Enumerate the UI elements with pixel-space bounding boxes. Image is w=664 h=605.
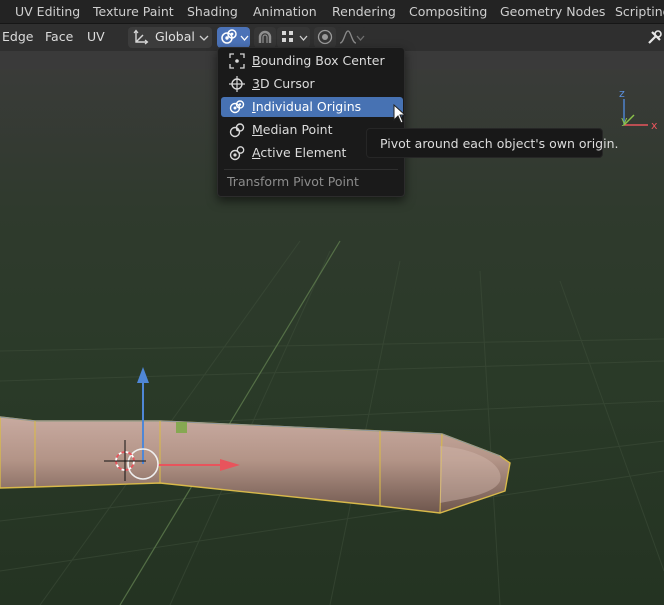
orientation-axes-icon — [133, 29, 149, 45]
3d-cursor-icon — [229, 76, 245, 92]
tab-texture-paint[interactable]: Texture Paint — [93, 4, 174, 19]
tab-animation[interactable]: Animation — [253, 4, 317, 19]
menu-item-label: 3D Cursor — [252, 76, 315, 91]
pivot-point-dropdown[interactable] — [217, 27, 250, 48]
menu-item-label: Median Point — [252, 122, 333, 137]
tooltip-text: Pivot around each object's own origin. — [380, 136, 619, 151]
individual-origins-icon — [229, 100, 245, 114]
magnet-icon — [258, 30, 272, 43]
tab-scripting[interactable]: Scripting — [615, 4, 664, 19]
object-gizmo-icon — [648, 30, 662, 44]
orientation-label: Global — [155, 29, 195, 44]
tooltip: Pivot around each object's own origin. — [366, 128, 618, 158]
gizmo-x-label: x — [651, 119, 658, 132]
snap-toggle[interactable] — [254, 27, 276, 48]
proportional-editing-icon — [317, 29, 333, 45]
snap-grid-icon — [282, 31, 293, 42]
menu-item-3d-cursor[interactable]: 3D Cursor — [221, 74, 403, 94]
tab-compositing[interactable]: Compositing — [409, 4, 487, 19]
chevron-down-icon — [299, 35, 308, 41]
menu-item-individual-origins[interactable]: Individual Origins — [221, 97, 407, 124]
chevron-down-icon — [240, 35, 249, 41]
pivot-point-menu: Bounding Box Center 3D Cursor Individual… — [217, 47, 407, 197]
menu-divider — [224, 169, 398, 170]
menu-item-label: Individual Origins — [252, 99, 362, 114]
snap-target-dropdown[interactable] — [277, 27, 310, 48]
gizmo-z-label: z — [619, 87, 625, 100]
chevron-down-icon — [199, 35, 209, 41]
individual-origins-icon — [221, 29, 237, 44]
menu-item-label: Active Element — [252, 145, 347, 160]
bounding-box-center-icon — [229, 53, 245, 69]
proportional-editing-toggle[interactable] — [314, 27, 336, 48]
menu-uv[interactable]: UV — [87, 29, 105, 44]
median-point-icon — [229, 123, 245, 138]
menu-face[interactable]: Face — [45, 29, 73, 44]
active-element-icon — [229, 146, 245, 161]
tab-geometry-nodes[interactable]: Geometry Nodes — [500, 4, 605, 19]
mesh-object — [0, 416, 511, 514]
viewport-gizmo-toggle[interactable] — [646, 28, 664, 46]
menu-title: Transform Pivot Point — [227, 174, 359, 189]
falloff-curve-icon — [339, 30, 357, 44]
tab-shading[interactable]: Shading — [187, 4, 238, 19]
chevron-down-icon — [356, 35, 365, 41]
menu-item-bounding-box-center[interactable]: Bounding Box Center — [221, 51, 403, 71]
menu-item-label: Bounding Box Center — [252, 53, 385, 68]
gizmo-y-label: y — [621, 114, 628, 127]
workspace-tab-bar: UV Editing Texture Paint Shading Animati… — [0, 0, 664, 24]
tab-uv-editing[interactable]: UV Editing — [15, 4, 80, 19]
transform-orientation-dropdown[interactable]: Global — [128, 27, 212, 48]
proportional-falloff-dropdown[interactable] — [337, 27, 367, 48]
tab-rendering[interactable]: Rendering — [332, 4, 396, 19]
navigation-axes-gizmo: z y x — [619, 87, 658, 132]
menu-edge[interactable]: Edge — [2, 29, 33, 44]
